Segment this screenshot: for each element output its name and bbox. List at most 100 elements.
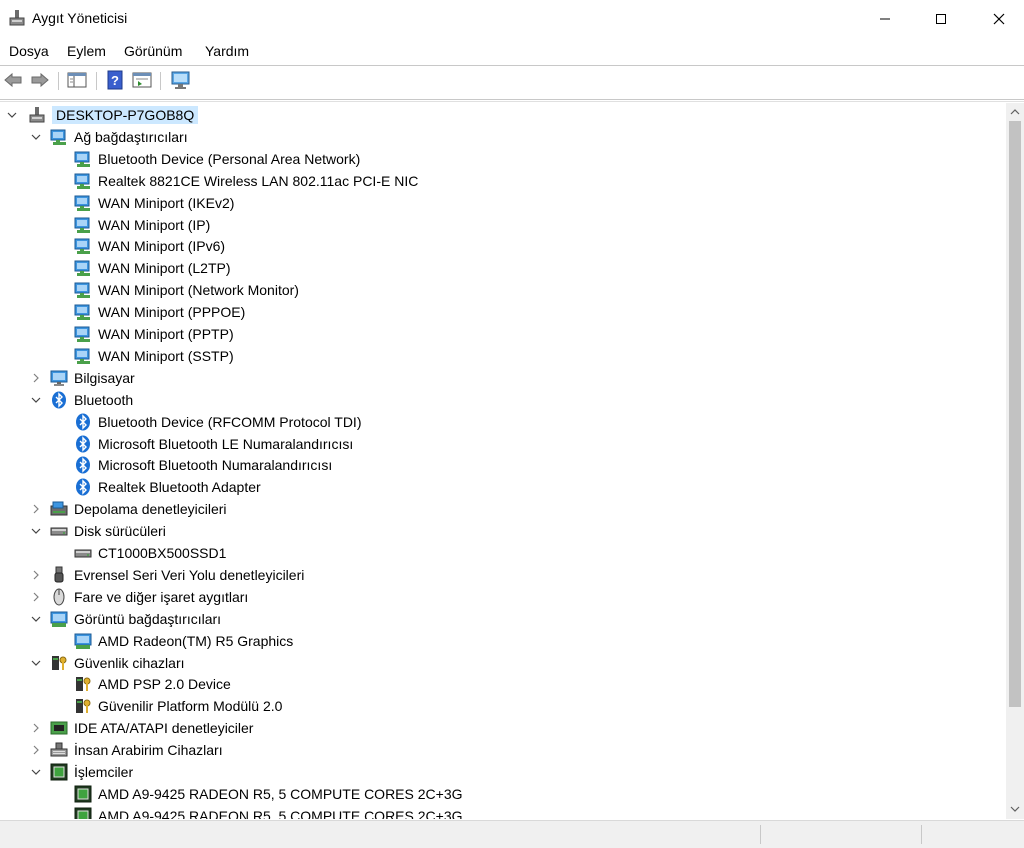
- security-device-icon: [74, 675, 92, 693]
- device-row[interactable]: Microsoft Bluetooth LE Numaralandırıcısı: [74, 433, 353, 455]
- device-label: WAN Miniport (IKEv2): [98, 195, 235, 211]
- chevron-down-icon[interactable]: [30, 657, 42, 669]
- scroll-thumb[interactable]: [1009, 121, 1021, 707]
- help-button[interactable]: ?: [104, 69, 126, 91]
- device-row[interactable]: WAN Miniport (PPTP): [74, 323, 234, 345]
- category-row[interactable]: Görüntü bağdaştırıcıları: [30, 608, 221, 630]
- menu-help[interactable]: Yardım: [205, 43, 249, 59]
- vertical-scrollbar[interactable]: [1006, 103, 1024, 819]
- disk-drive-icon: [74, 544, 92, 562]
- chevron-down-icon[interactable]: [30, 613, 42, 625]
- back-button[interactable]: [2, 69, 24, 91]
- maximize-button[interactable]: [912, 0, 970, 38]
- minimize-icon: [880, 18, 890, 20]
- toolbar-divider-shadow: [0, 101, 1024, 102]
- chevron-right-icon[interactable]: [30, 503, 42, 515]
- forward-arrow-icon: [31, 72, 49, 88]
- scroll-down-icon[interactable]: [1009, 803, 1021, 815]
- category-label: Bluetooth: [74, 392, 134, 408]
- svg-text:?: ?: [111, 73, 119, 88]
- device-row[interactable]: Güvenilir Platform Modülü 2.0: [74, 695, 282, 717]
- display-adapter-icon: [74, 632, 92, 650]
- chevron-right-icon[interactable]: [30, 569, 42, 581]
- show-hide-console-tree-button[interactable]: [66, 69, 88, 91]
- category-label: Disk sürücüleri: [74, 523, 166, 539]
- category-row[interactable]: Disk sürücüleri: [30, 520, 166, 542]
- device-row[interactable]: WAN Miniport (IPv6): [74, 235, 225, 257]
- close-button[interactable]: [970, 0, 1024, 38]
- device-row[interactable]: WAN Miniport (L2TP): [74, 257, 231, 279]
- device-label: Bluetooth Device (RFCOMM Protocol TDI): [98, 414, 362, 430]
- device-label: CT1000BX500SSD1: [98, 545, 227, 561]
- device-row[interactable]: Microsoft Bluetooth Numaralandırıcısı: [74, 454, 332, 476]
- minimize-button[interactable]: [856, 0, 914, 38]
- category-row[interactable]: IDE ATA/ATAPI denetleyiciler: [30, 717, 253, 739]
- category-row[interactable]: Güvenlik cihazları: [30, 652, 185, 674]
- device-row[interactable]: WAN Miniport (SSTP): [74, 345, 234, 367]
- device-row[interactable]: AMD PSP 2.0 Device: [74, 673, 231, 695]
- network-adapter-icon: [74, 347, 92, 365]
- chevron-down-icon[interactable]: [30, 394, 42, 406]
- forward-button[interactable]: [29, 69, 51, 91]
- device-row[interactable]: Realtek Bluetooth Adapter: [74, 476, 261, 498]
- device-label: AMD PSP 2.0 Device: [98, 676, 231, 692]
- category-row[interactable]: Depolama denetleyicileri: [30, 498, 227, 520]
- device-label: Realtek Bluetooth Adapter: [98, 479, 261, 495]
- chevron-right-icon[interactable]: [30, 372, 42, 384]
- network-adapter-icon: [74, 237, 92, 255]
- menu-file[interactable]: Dosya: [9, 43, 49, 59]
- category-row[interactable]: Fare ve diğer işaret aygıtları: [30, 586, 248, 608]
- chevron-right-icon[interactable]: [30, 591, 42, 603]
- device-row[interactable]: CT1000BX500SSD1: [74, 542, 226, 564]
- network-adapter-icon: [74, 303, 92, 321]
- bluetooth-icon: [74, 413, 92, 431]
- device-row[interactable]: Bluetooth Device (Personal Area Network): [74, 148, 360, 170]
- network-adapter-icon: [50, 128, 68, 146]
- device-tree[interactable]: DESKTOP-P7GOB8Q Ağ bağdaştırıcıları Bluet…: [0, 103, 1006, 819]
- category-row[interactable]: İşlemciler: [30, 761, 133, 783]
- scroll-up-icon[interactable]: [1009, 106, 1021, 118]
- chevron-down-icon[interactable]: [30, 131, 42, 143]
- device-label: AMD A9-9425 RADEON R5, 5 COMPUTE CORES 2…: [98, 786, 463, 802]
- hid-icon: [50, 741, 68, 759]
- device-row[interactable]: Realtek 8821CE Wireless LAN 802.11ac PCI…: [74, 170, 418, 192]
- device-row[interactable]: WAN Miniport (Network Monitor): [74, 279, 299, 301]
- category-row[interactable]: Bluetooth: [30, 389, 133, 411]
- bluetooth-icon: [50, 391, 68, 409]
- device-row[interactable]: WAN Miniport (PPPOE): [74, 301, 245, 323]
- category-row[interactable]: Bilgisayar: [30, 367, 135, 389]
- properties-icon: [132, 72, 152, 88]
- chevron-down-icon[interactable]: [30, 525, 42, 537]
- device-row[interactable]: WAN Miniport (IKEv2): [74, 192, 234, 214]
- chevron-down-icon[interactable]: [30, 766, 42, 778]
- display-adapter-icon: [50, 610, 68, 628]
- device-label: AMD Radeon(TM) R5 Graphics: [98, 633, 294, 649]
- network-adapter-icon: [74, 172, 92, 190]
- toolbar-separator: [58, 72, 59, 90]
- chevron-right-icon[interactable]: [30, 722, 42, 734]
- scan-hardware-button[interactable]: [170, 69, 192, 91]
- category-row[interactable]: İnsan Arabirim Cihazları: [30, 739, 223, 761]
- properties-button[interactable]: [131, 69, 153, 91]
- device-label: WAN Miniport (L2TP): [98, 260, 231, 276]
- device-row[interactable]: AMD A9-9425 RADEON R5, 5 COMPUTE CORES 2…: [74, 805, 463, 819]
- category-label: Depolama denetleyicileri: [74, 501, 227, 517]
- computer-icon: [50, 369, 68, 387]
- maximize-icon: [936, 14, 946, 24]
- category-row[interactable]: Ağ bağdaştırıcıları: [30, 126, 188, 148]
- toolbar-separator: [96, 72, 97, 90]
- device-row[interactable]: Bluetooth Device (RFCOMM Protocol TDI): [74, 411, 361, 433]
- menu-action[interactable]: Eylem: [67, 43, 106, 59]
- chevron-down-icon[interactable]: [6, 109, 18, 121]
- device-row[interactable]: AMD A9-9425 RADEON R5, 5 COMPUTE CORES 2…: [74, 783, 463, 805]
- tree-root[interactable]: DESKTOP-P7GOB8Q: [6, 104, 199, 126]
- menu-view[interactable]: Görünüm: [124, 43, 182, 59]
- device-row[interactable]: AMD Radeon(TM) R5 Graphics: [74, 630, 293, 652]
- device-label: WAN Miniport (IPv6): [98, 238, 226, 254]
- device-row[interactable]: WAN Miniport (IP): [74, 214, 210, 236]
- chevron-right-icon[interactable]: [30, 744, 42, 756]
- mouse-icon: [50, 588, 68, 606]
- status-bar: [0, 820, 1024, 848]
- category-row[interactable]: Evrensel Seri Veri Yolu denetleyicileri: [30, 564, 304, 586]
- menu-bar: Dosya Eylem Görünüm Yardım: [0, 40, 1024, 64]
